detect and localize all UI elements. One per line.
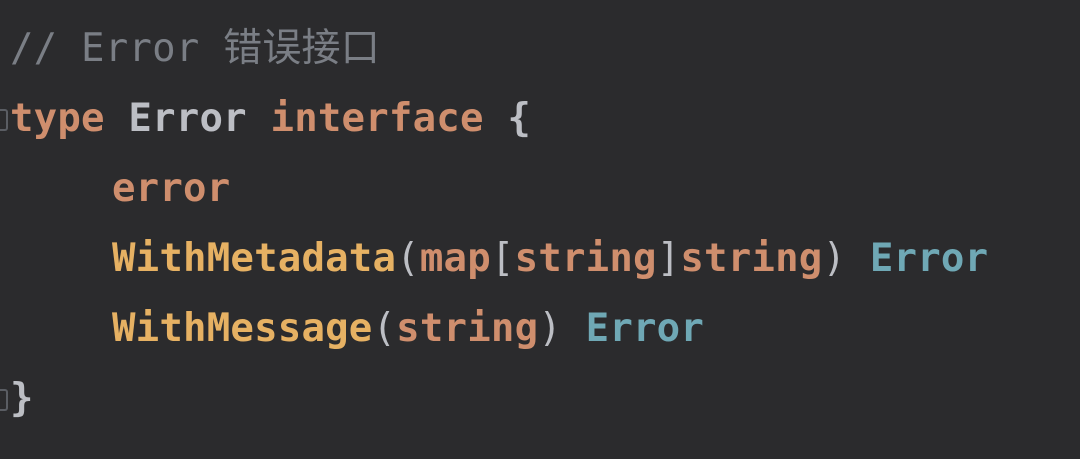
close-brace: } [10,376,34,421]
return-type-error: Error [869,236,989,281]
code-line-type-decl: type Error interface { [10,89,531,149]
close-bracket: ] [656,236,681,281]
open-brace: { [507,96,532,141]
keyword-type: type [10,96,105,141]
code-line-comment: // Error 错误接口 [10,19,380,79]
close-paren: ) [538,306,562,351]
fold-marker-icon[interactable] [0,389,8,411]
open-paren: ( [372,306,397,351]
code-line-close-brace: } [10,369,34,429]
code-line-embedded-error: error [10,159,230,219]
key-type-string: string [514,236,657,281]
value-type-string: string [680,236,823,281]
keyword-map: map [419,236,491,281]
code-editor[interactable]: // Error 错误接口 type Error interface { err… [0,0,1080,459]
open-bracket: [ [490,236,515,281]
comment-prefix: // [10,26,82,71]
keyword-error: error [112,166,231,211]
comment-word: Error [81,26,200,71]
method-with-message: WithMessage [112,306,373,351]
fold-marker-icon[interactable] [0,109,8,131]
keyword-interface: interface [270,96,484,141]
return-type-error: Error [585,306,705,351]
param-type-string: string [396,306,539,351]
code-line-with-metadata: WithMetadata(map[string]string) Error [10,229,988,289]
open-paren: ( [396,236,420,281]
comment-cjk-text: 错误接口 [223,26,380,71]
code-line-with-message: WithMessage(string) Error [10,299,704,359]
close-paren: ) [822,236,847,281]
method-with-metadata: WithMetadata [112,236,397,281]
type-name: Error [128,96,247,141]
